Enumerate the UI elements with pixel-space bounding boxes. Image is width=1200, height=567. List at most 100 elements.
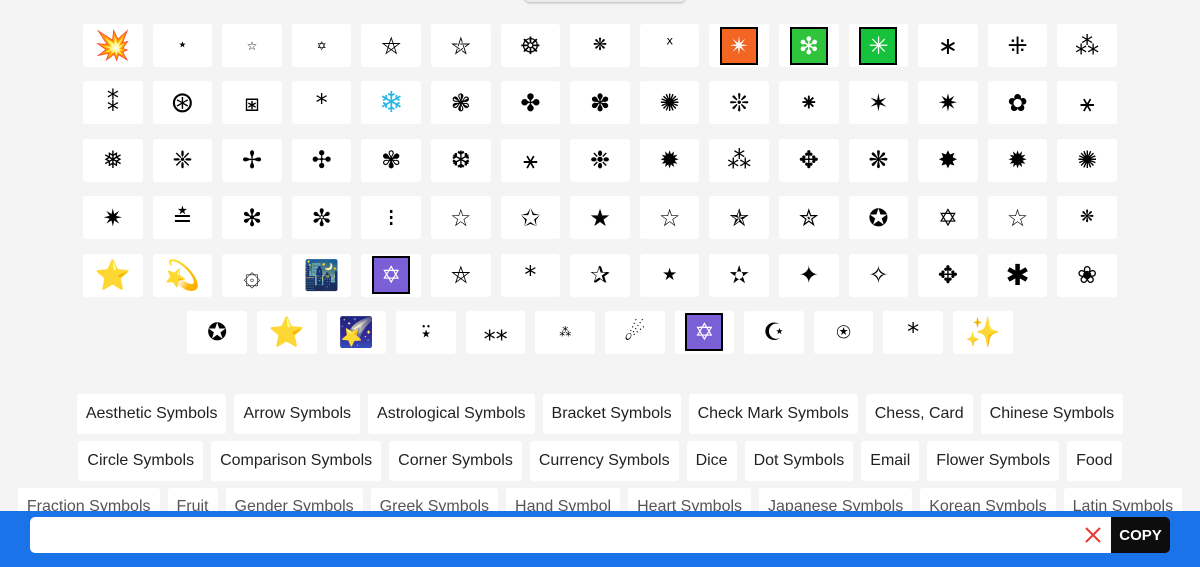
symbol-tile[interactable]: ⍣ [396, 310, 456, 354]
symbol-tile[interactable]: ★ [570, 196, 630, 240]
symbol-tile[interactable]: ⧆ [222, 81, 282, 125]
category-tag[interactable]: Bracket Symbols [542, 394, 681, 434]
category-tag[interactable]: Circle Symbols [78, 441, 204, 481]
symbol-tile[interactable]: ✾ [361, 138, 422, 182]
symbol-tile[interactable]: ✹ [639, 138, 700, 182]
symbol-tile[interactable]: ❀ [1057, 253, 1117, 297]
symbol-tile[interactable]: ❋ [570, 24, 630, 67]
category-tag[interactable]: Corner Symbols [389, 441, 522, 481]
category-tag[interactable]: Dot Symbols [744, 441, 854, 481]
symbol-tile[interactable]: ⚹ [1057, 81, 1117, 125]
symbol-tile[interactable]: ✸ [918, 138, 978, 182]
symbol-tile[interactable]: ✮ [778, 196, 839, 240]
symbol-tile[interactable]: ✡ [674, 310, 735, 354]
symbol-tile[interactable]: ☄ [605, 310, 665, 354]
symbol-tile[interactable]: 💫 [152, 253, 213, 297]
symbol-tile[interactable]: ᕁ [639, 24, 700, 67]
symbol-tile[interactable]: ⋆ [152, 24, 213, 67]
symbol-tile[interactable]: ✢ [222, 138, 282, 182]
symbol-tile[interactable]: ❇ [778, 24, 839, 67]
category-tag[interactable]: Currency Symbols [529, 441, 679, 481]
symbol-tile[interactable]: * [500, 253, 561, 297]
symbol-tile[interactable]: ✱ [987, 253, 1048, 297]
symbol-tile[interactable]: ✥ [918, 253, 978, 297]
symbol-tile[interactable]: ⁂ [709, 138, 769, 182]
symbol-tile[interactable]: ✯ [709, 196, 769, 240]
symbol-tile[interactable]: ☆ [222, 24, 282, 67]
symbol-tile[interactable]: 🌃 [291, 253, 352, 297]
symbol-tile[interactable]: ✪ [187, 310, 248, 354]
symbol-tile[interactable]: * [883, 310, 943, 354]
symbol-tile[interactable]: ⁎⁎ [465, 310, 526, 354]
symbol-tile[interactable]: ✤ [500, 81, 561, 125]
symbol-tile[interactable]: ☸ [500, 24, 561, 67]
copy-button[interactable]: COPY [1111, 517, 1170, 553]
symbol-tile[interactable]: ✼ [291, 196, 352, 240]
symbol-tile[interactable]: ⭐ [83, 253, 143, 297]
category-tag[interactable]: Aesthetic Symbols [76, 394, 227, 434]
symbol-tile[interactable]: ⁕ [778, 81, 839, 125]
symbol-tile[interactable]: ≛ [152, 196, 213, 240]
symbol-tile[interactable]: ❈ [152, 138, 213, 182]
symbol-tile[interactable]: ✣ [291, 138, 352, 182]
symbol-tile[interactable]: ✡ [291, 24, 352, 67]
symbol-tile[interactable]: ⍟ [813, 310, 874, 354]
symbol-tile[interactable]: ⛤ [431, 253, 491, 297]
symbol-tile[interactable]: ⁑ [83, 81, 143, 125]
symbol-tile[interactable]: ✫ [709, 253, 769, 297]
symbol-tile[interactable]: ✪ [848, 196, 909, 240]
symbol-tile[interactable]: ⁂ [1057, 24, 1117, 67]
category-tag[interactable]: Dice [686, 441, 737, 481]
symbol-tile[interactable]: * [291, 81, 352, 125]
symbol-tile[interactable]: ✷ [918, 81, 978, 125]
symbol-tile[interactable]: ☆ [431, 196, 491, 240]
copy-input[interactable] [30, 517, 1111, 553]
symbol-tile[interactable]: ✶ [848, 81, 909, 125]
symbol-tile[interactable]: ☆ [987, 196, 1048, 240]
category-tag[interactable]: Astrological Symbols [368, 394, 535, 434]
symbol-tile[interactable]: ✰ [570, 253, 630, 297]
symbol-tile[interactable]: 💥 [83, 24, 143, 67]
symbol-tile[interactable]: ❊ [709, 81, 769, 125]
symbol-tile[interactable]: ☪ [744, 310, 804, 354]
symbol-tile[interactable]: ✺ [1057, 138, 1117, 182]
symbol-tile[interactable]: ✨ [952, 310, 1013, 354]
category-tag[interactable]: Check Mark Symbols [688, 394, 858, 434]
symbol-tile[interactable]: ★ [639, 253, 700, 297]
symbol-tile[interactable]: ۞ [222, 253, 282, 297]
symbol-tile[interactable]: ❃ [431, 81, 491, 125]
symbol-tile[interactable]: ⛦ [431, 24, 491, 67]
symbol-tile[interactable]: ✦ [778, 253, 839, 297]
symbol-tile[interactable]: ✹ [987, 138, 1048, 182]
symbol-tile[interactable]: ❉ [570, 138, 630, 182]
symbol-tile[interactable]: ⁂ [535, 310, 595, 354]
symbol-tile[interactable]: ⊛ [152, 81, 213, 125]
symbol-tile[interactable]: ✧ [848, 253, 909, 297]
category-tag[interactable]: Chinese Symbols [980, 394, 1124, 434]
symbol-tile[interactable]: ✿ [987, 81, 1048, 125]
symbol-tile[interactable]: ✳ [848, 24, 909, 67]
symbol-tile[interactable]: ⭐ [257, 310, 317, 354]
symbol-tile[interactable]: ✩ [500, 196, 561, 240]
symbol-tile[interactable]: ❋ [848, 138, 909, 182]
symbol-tile[interactable]: ⁜ [987, 24, 1048, 67]
symbol-tile[interactable]: ✴ [709, 24, 769, 67]
category-tag[interactable]: Chess, Card [865, 394, 973, 434]
symbol-tile[interactable]: ✷ [83, 196, 143, 240]
symbol-tile[interactable]: ✽ [570, 81, 630, 125]
symbol-tile[interactable]: ✺ [639, 81, 700, 125]
category-tag[interactable]: Email [861, 441, 920, 481]
symbol-tile[interactable]: ⛤ [361, 24, 422, 67]
category-tag[interactable]: Flower Symbols [927, 441, 1060, 481]
symbol-tile[interactable]: ❆ [431, 138, 491, 182]
category-tag[interactable]: Arrow Symbols [234, 394, 361, 434]
symbol-tile[interactable]: ✡ [361, 253, 422, 297]
symbol-tile[interactable]: ⁝ [361, 196, 422, 240]
symbol-tile[interactable]: ⚹ [500, 138, 561, 182]
symbol-tile[interactable]: ❄ [361, 81, 422, 125]
symbol-tile[interactable]: ∗ [918, 24, 978, 67]
category-tag[interactable]: Comparison Symbols [211, 441, 382, 481]
symbol-tile[interactable]: ☆ [639, 196, 700, 240]
category-tag[interactable]: Food [1067, 441, 1122, 481]
close-x-icon[interactable] [1082, 524, 1104, 546]
